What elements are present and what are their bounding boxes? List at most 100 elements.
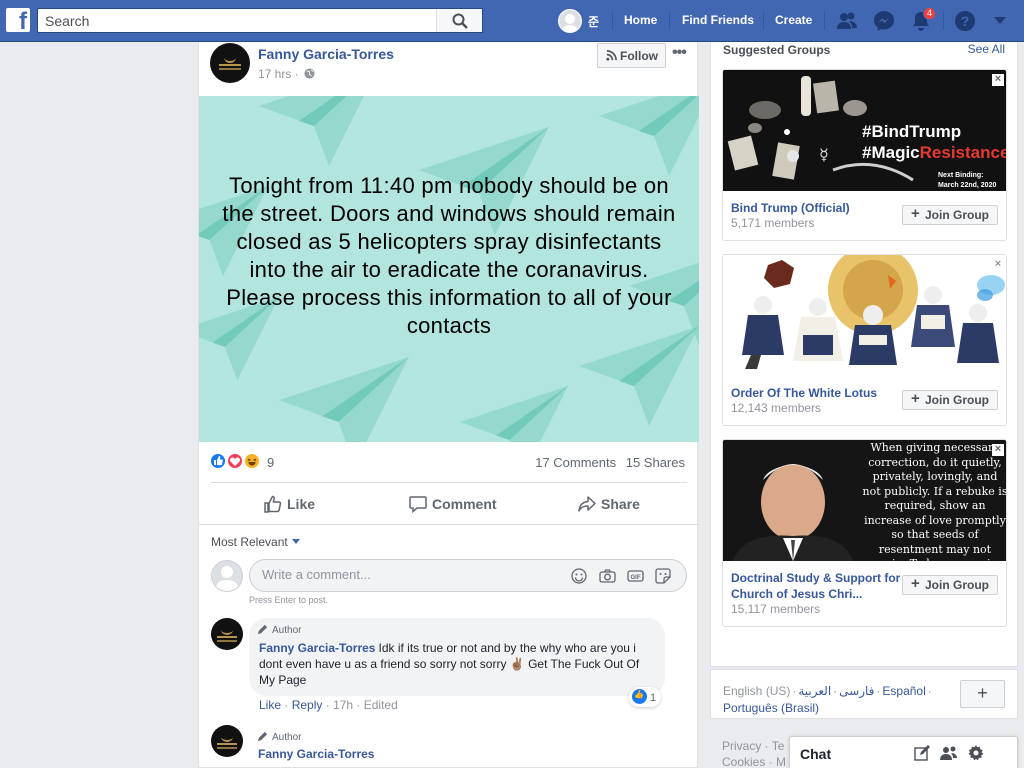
- dismiss-close-icon[interactable]: ×: [992, 74, 1004, 86]
- commenter-avatar[interactable]: [211, 725, 243, 757]
- group-cover-image[interactable]: ☿ #BindTrump #MagicResistance Next Bindi…: [723, 70, 1006, 191]
- messenger-icon[interactable]: [873, 10, 895, 32]
- sticker-icon[interactable]: [655, 568, 671, 584]
- chat-bar[interactable]: Chat: [789, 736, 1018, 768]
- group-member-count: 5,171 members: [731, 216, 815, 230]
- commenter-avatar[interactable]: [211, 618, 243, 650]
- like-reaction-icon: [632, 689, 647, 704]
- group-image-note: Next Binding: March 22nd, 2020: [938, 171, 996, 191]
- group-image-quote: When giving necessary correction, do it …: [862, 441, 1007, 561]
- divider: [199, 524, 699, 525]
- new-message-compose-icon[interactable]: [914, 745, 930, 761]
- comment-like-number: 1: [650, 692, 657, 704]
- paper-plane-pattern: [579, 326, 699, 426]
- create-group-chat-icon[interactable]: [940, 745, 958, 761]
- group-cover-image[interactable]: ×: [723, 255, 1006, 376]
- search-box: [37, 8, 483, 33]
- post-options-more-icon[interactable]: •••: [672, 44, 687, 62]
- post-author-avatar[interactable]: [210, 43, 250, 83]
- post-timestamp[interactable]: 17 hrs ·: [258, 67, 299, 81]
- paper-plane-pattern: [460, 386, 568, 442]
- comment-meta: · 17h · Edited: [325, 698, 398, 712]
- facebook-logo-icon[interactable]: f: [6, 8, 30, 34]
- join-group-button[interactable]: Join Group: [902, 575, 998, 595]
- post-author-name[interactable]: Fanny Garcia-Torres: [258, 46, 394, 62]
- comment-composer: GIF: [249, 559, 687, 592]
- account-menu-chevron-down-icon[interactable]: [993, 16, 1007, 26]
- group-name-link[interactable]: Doctrinal Study & Support for Church of …: [731, 570, 901, 602]
- comment-sort-label: Most Relevant: [211, 535, 288, 549]
- nav-separator: [669, 12, 670, 30]
- svg-text:GIF: GIF: [631, 575, 641, 581]
- create-link[interactable]: Create: [775, 13, 812, 27]
- group-image-caption: #BindTrump #MagicResistance: [862, 121, 1006, 163]
- language-list: English (US) · فارسی·العربية · Español · Portu…: [723, 684, 932, 715]
- dismiss-close-icon[interactable]: ×: [992, 259, 1004, 271]
- current-user-avatar: [211, 560, 243, 592]
- follow-label: Follow: [620, 49, 658, 63]
- friend-requests-icon[interactable]: [836, 10, 858, 32]
- rss-follow-icon: [606, 50, 617, 61]
- gif-icon[interactable]: GIF: [627, 568, 644, 584]
- post-text-background: Tonight from 11:40 pm nobody should be o…: [199, 96, 699, 442]
- nav-separator: [824, 12, 825, 30]
- dismiss-close-icon[interactable]: ×: [992, 444, 1004, 456]
- paper-plane-pattern: [279, 356, 409, 442]
- svg-text:☿: ☿: [819, 145, 829, 164]
- nav-separator: [943, 12, 944, 30]
- language-link[interactable]: العربية: [798, 684, 831, 698]
- see-all-link[interactable]: See All: [968, 42, 1005, 56]
- pencil-author-icon: [257, 624, 268, 635]
- emoji-icon[interactable]: [571, 568, 587, 584]
- white-lotus-characters-picture: [723, 255, 1006, 376]
- thumbs-up-icon: [264, 495, 282, 513]
- language-link[interactable]: Português (Brasil): [723, 701, 819, 715]
- divider: [211, 482, 687, 483]
- top-navigation-bar: f 준 Home Find Friends Create 4 ?: [0, 0, 1024, 42]
- add-language-button[interactable]: +: [960, 680, 1005, 708]
- search-button[interactable]: [436, 9, 482, 32]
- image-caption-line-1: #BindTrump: [862, 122, 962, 141]
- chat-settings-gear-icon[interactable]: [968, 745, 984, 761]
- image-note-line-1: Next Binding:: [938, 172, 984, 179]
- home-link[interactable]: Home: [624, 13, 657, 27]
- commenter-name[interactable]: Fanny Garcia-Torres: [259, 641, 375, 655]
- language-link[interactable]: Español: [882, 684, 925, 698]
- search-input[interactable]: [38, 9, 438, 32]
- profile-avatar[interactable]: [558, 9, 582, 33]
- comment-label: Comment: [432, 496, 497, 512]
- comments-count-link[interactable]: 17 Comments: [535, 455, 616, 470]
- join-group-button[interactable]: Join Group: [902, 390, 998, 410]
- reaction-count[interactable]: 9: [267, 455, 274, 470]
- shares-count-link[interactable]: 15 Shares: [626, 455, 685, 470]
- share-label: Share: [601, 496, 640, 512]
- commenter-name[interactable]: Fanny Garcia-Torres: [258, 747, 374, 761]
- group-cover-image[interactable]: When giving necessary correction, do it …: [723, 440, 1007, 561]
- join-group-button[interactable]: Join Group: [902, 205, 998, 225]
- comment-sort-dropdown[interactable]: Most Relevant: [211, 535, 300, 549]
- author-tag: Author: [257, 624, 301, 636]
- group-name-link[interactable]: Order Of The White Lotus: [731, 385, 901, 401]
- caret-down-icon: [291, 539, 300, 544]
- post-card: Fanny Garcia-Torres 17 hrs · Follow ••• …: [198, 42, 699, 768]
- help-icon[interactable]: ?: [954, 10, 976, 32]
- group-name-link[interactable]: Bind Trump (Official): [731, 200, 901, 216]
- group-card: × Order Of The White Lotus 12,143 member…: [722, 254, 1007, 426]
- image-note-line-2: March 22nd, 2020: [938, 182, 997, 189]
- chat-label: Chat: [800, 746, 832, 762]
- profile-name-link[interactable]: 준: [588, 13, 599, 30]
- comment-reply-link[interactable]: Reply: [292, 698, 323, 712]
- comment-like-link[interactable]: Like: [259, 698, 281, 712]
- author-tag: Author: [257, 731, 301, 743]
- camera-icon[interactable]: [599, 568, 616, 584]
- group-member-count: 15,117 members: [731, 602, 821, 616]
- group-card: ☿ #BindTrump #MagicResistance Next Bindi…: [722, 69, 1007, 241]
- comment-input[interactable]: [262, 567, 562, 582]
- pencil-author-icon: [257, 731, 268, 742]
- current-language: English (US): [723, 684, 791, 698]
- language-link[interactable]: فارسی: [839, 684, 874, 698]
- find-friends-link[interactable]: Find Friends: [682, 13, 754, 27]
- suggested-groups-title: Suggested Groups: [723, 43, 831, 57]
- comment-like-count[interactable]: 1: [629, 687, 662, 707]
- follow-button[interactable]: Follow: [597, 43, 666, 68]
